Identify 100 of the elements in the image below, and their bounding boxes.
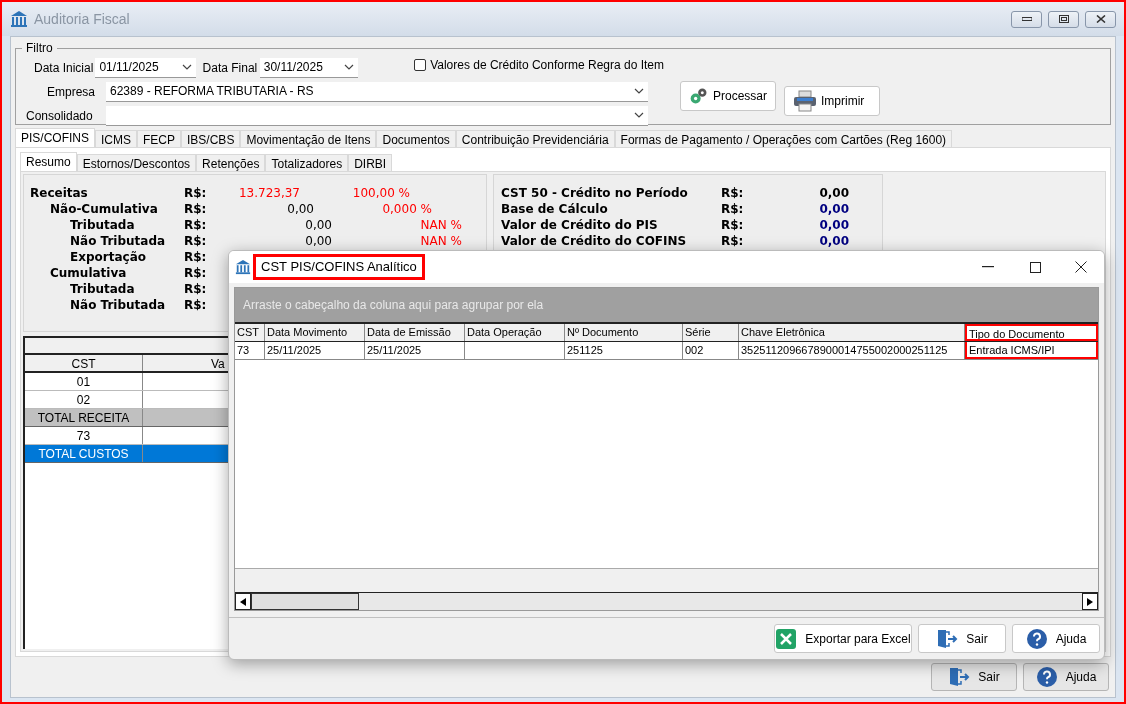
tab[interactable]: Contribuição Previdenciária (455, 130, 615, 147)
field-label: Consolidado (25, 107, 94, 125)
currency-label: R$: (184, 185, 208, 202)
close-button[interactable] (1085, 10, 1116, 28)
revenue-value: 0,00 (304, 233, 332, 250)
help-icon (1035, 666, 1058, 688)
maximize-button[interactable] (1048, 10, 1079, 28)
revenue-label: Tributada (69, 217, 136, 234)
tab[interactable]: FECP (137, 130, 182, 147)
revenue-value: 0,00 (304, 217, 332, 234)
column-header: CST (25, 355, 143, 371)
exit-button[interactable]: Sair (931, 663, 1017, 691)
column-header[interactable]: Nº Documento (565, 324, 683, 341)
tab[interactable]: Documentos (376, 130, 456, 147)
revenue-label: Receitas (30, 185, 89, 202)
minimize-icon (982, 266, 994, 268)
company-dropdown[interactable]: 62389 - REFORMA TRIBUTARIA - RS (106, 81, 648, 102)
help-button[interactable]: Ajuda (1023, 663, 1109, 691)
revenue-percent: NAN % (419, 233, 462, 250)
print-button[interactable]: Imprimir (784, 86, 880, 116)
currency-label: R$: (184, 217, 208, 234)
table-cell: 25/11/2025 (365, 342, 465, 359)
maximize-icon (1058, 15, 1069, 23)
revenue-label: Cumulativa (49, 265, 128, 282)
export-excel-button[interactable]: Exportar para Excel (774, 624, 912, 653)
currency-label: R$: (184, 265, 208, 282)
revenue-label: Não Tributada (69, 233, 167, 250)
revenue-percent: 100,00 % (351, 185, 410, 202)
tab[interactable]: Totalizadores (265, 154, 349, 171)
date-field[interactable]: 01/11/2025 (95, 57, 196, 78)
chevron-down-icon (634, 112, 644, 118)
column-header[interactable]: Data Operação (465, 324, 565, 341)
field-label: Empresa (46, 83, 97, 101)
tab[interactable]: ICMS (95, 130, 137, 147)
exit-door-icon (936, 627, 959, 650)
credit-label: Valor de Crédito do PIS (501, 217, 659, 234)
bank-icon (235, 259, 251, 275)
minimize-button[interactable] (1011, 10, 1042, 28)
group-title: Filtro (25, 40, 54, 57)
group-by-panel: Arraste o cabeçalho da coluna aqui para agrupar por ela (235, 288, 1098, 322)
process-button[interactable]: Processar (680, 81, 776, 111)
currency-label: R$: (721, 185, 745, 202)
exit-door-icon (948, 666, 971, 688)
tab[interactable]: PIS/COFINS (15, 128, 95, 147)
column-header[interactable]: Data de Emissão (365, 324, 465, 341)
column-header[interactable]: Data Movimento (265, 324, 365, 341)
tab[interactable]: Estornos/Descontos (76, 154, 197, 171)
credit-value: 0,00 (818, 233, 849, 250)
table-cell: TOTAL CUSTOS (25, 445, 143, 462)
tab[interactable]: Resumo (20, 152, 77, 171)
consolidated-dropdown[interactable] (106, 105, 648, 126)
column-header[interactable]: Série (683, 324, 739, 341)
revenue-label: Não Tributada (69, 297, 167, 314)
minimize-icon (1021, 17, 1032, 21)
currency-label: R$: (721, 217, 745, 234)
currency-label: R$: (184, 249, 208, 266)
table-cell: 251125 (565, 342, 683, 359)
excel-icon (775, 627, 798, 650)
currency-label: R$: (721, 201, 745, 218)
tab[interactable]: Formas de Pagamento / Operações com Cartões (Reg 1600) (614, 130, 953, 147)
table-cell: 73 (235, 342, 265, 359)
currency-label: R$: (184, 297, 208, 314)
exit-button[interactable]: Sair (918, 624, 1006, 653)
table-cell: Entrada ICMS/IPI (965, 342, 1098, 359)
help-button[interactable]: Ajuda (1012, 624, 1100, 653)
printer-icon (793, 90, 817, 112)
revenue-value: 0,00 (286, 201, 314, 218)
credit-value: 0,00 (818, 185, 849, 202)
credit-value: 0,00 (818, 217, 849, 234)
chevron-down-icon (634, 88, 644, 94)
revenue-label: Não-Cumulativa (49, 201, 159, 218)
table-cell: 73 (25, 427, 143, 444)
maximize-icon (1030, 261, 1041, 273)
field-label: Data Inicial (33, 59, 95, 77)
tab[interactable]: Retenções (196, 154, 266, 171)
credit-rule-checkbox[interactable]: Valores de Crédito Conforme Regra do Item (414, 55, 664, 74)
credit-label: Valor de Crédito do COFINS (501, 233, 688, 250)
tab[interactable]: DIRBI (348, 154, 393, 171)
tab[interactable]: Movimentação de Itens (240, 130, 377, 147)
tab[interactable]: IBS/CBS (181, 130, 241, 147)
credit-value: 0,00 (818, 201, 849, 218)
horizontal-scrollbar[interactable] (235, 592, 1098, 610)
column-header[interactable]: CST (235, 324, 265, 341)
table-cell: 02 (25, 391, 143, 408)
table-cell: 25/11/2025 (265, 342, 365, 359)
help-icon (1025, 627, 1048, 650)
bank-icon (10, 10, 28, 28)
revenue-label: Tributada (69, 281, 136, 298)
dialog-title: CST PIS/COFINS Analítico (253, 254, 425, 280)
revenue-percent: NAN % (419, 217, 462, 234)
table-cell: 01 (25, 373, 143, 390)
credit-label: Base de Cálculo (501, 201, 609, 218)
scroll-right-icon (1087, 597, 1093, 606)
revenue-value: 13.723,37 (237, 185, 300, 202)
table-cell: TOTAL RECEITA (25, 409, 143, 426)
date-field[interactable]: 30/11/2025 (259, 57, 359, 78)
close-icon (1095, 15, 1106, 23)
credit-label: CST 50 - Crédito no Período (501, 185, 689, 202)
revenue-label: Exportação (69, 249, 147, 266)
table-cell: 002 (683, 342, 739, 359)
